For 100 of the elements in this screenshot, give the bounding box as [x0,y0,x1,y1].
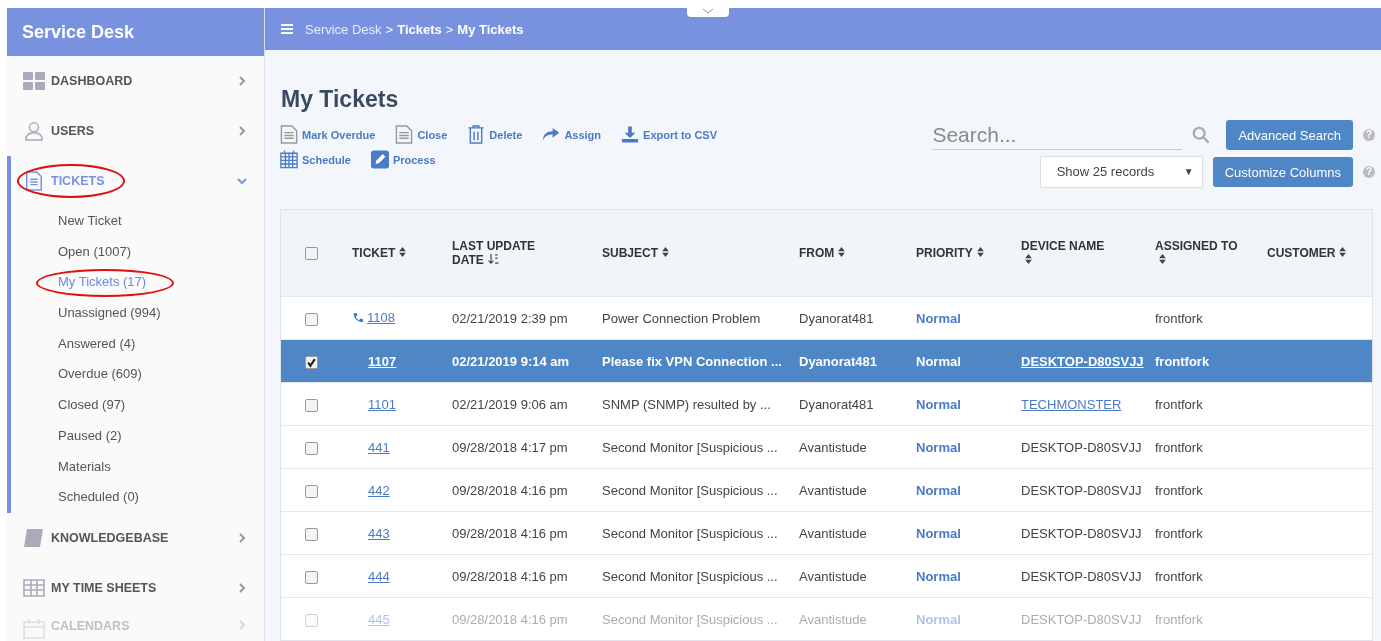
sidebar-item[interactable]: USERS [11,106,264,156]
chevron-right-icon [236,581,248,594]
row-checkbox[interactable] [305,398,318,412]
device-link[interactable]: TECHMONSTER [1021,396,1122,412]
priority-label: Normal [916,439,961,455]
sidebar-subitem[interactable]: My Tickets (17) [11,267,264,299]
customize-columns-button[interactable]: Customize Columns [1212,157,1353,187]
priority-label: Normal [916,525,961,541]
sort-icon [976,247,984,257]
table-cell: Dyanorat481 [799,396,874,412]
ticket-link[interactable]: 443 [368,525,390,541]
table-icon [23,577,45,598]
table-cell: DESKTOP-D80SVJJ [1021,525,1142,541]
sidebar-subitem[interactable]: Unassigned (994) [11,298,264,329]
calendar-icon [23,618,45,639]
book-icon [23,527,45,548]
priority-label: Normal [916,482,961,498]
sidebar-subitem[interactable]: Materials [11,451,264,483]
table-cell: 02/21/2019 9:06 am [452,396,568,412]
column-header[interactable]: FROM [799,246,846,260]
toolbar-button[interactable]: Delete [467,125,523,144]
column-header[interactable]: LAST UPDATE DATE [452,239,544,267]
sidebar-subitem[interactable]: Paused (2) [11,420,264,452]
row-checkbox[interactable] [305,484,318,498]
toolbar-button[interactable]: Schedule [280,150,351,169]
row-checkbox[interactable] [305,570,318,584]
calendar-icon [280,150,298,169]
priority-label: Normal [916,310,961,326]
table-cell: Dyanorat481 [799,310,874,326]
sidebar-subitem[interactable]: Scheduled (0) [11,482,264,513]
table-cell: Second Monitor [Suspicious ... [602,568,778,584]
breadcrumb-link[interactable]: My Tickets [457,21,524,37]
user-icon [23,121,45,141]
row-checkbox[interactable] [305,312,318,326]
breadcrumb-link[interactable]: Service Desk [305,21,382,37]
sidebar-subitem[interactable]: Open (1007) [11,236,264,268]
sidebar-item[interactable]: MY TIME SHEETS [11,562,264,613]
table-cell: DESKTOP-D80SVJJ [1021,439,1142,455]
toolbar-button[interactable]: Close [395,125,448,144]
ticket-link[interactable]: 444 [368,568,390,584]
trash-icon [467,125,486,144]
ticket-link[interactable]: 1101 [368,396,396,412]
table-cell: 09/28/2018 4:16 pm [452,568,568,584]
table-cell: DESKTOP-D80SVJJ [1021,611,1142,627]
chevron-down-icon [702,8,714,14]
table-cell: Second Monitor [Suspicious ... [602,611,778,627]
row-checkbox[interactable] [305,355,318,369]
sidebar-item[interactable]: KNOWLEDGEBASE [11,512,264,563]
table-cell: Second Monitor [Suspicious ... [602,439,778,455]
table-cell: Power Connection Problem [602,310,761,326]
sidebar-subitem[interactable]: Answered (4) [11,328,264,360]
table-cell: Avantistude [799,611,867,627]
sidebar-subitem[interactable]: Closed (97) [11,390,264,421]
sort-icon [662,247,669,257]
table-cell: frontfork [1155,568,1203,584]
chevron-right-icon [236,75,248,87]
toolbar-button[interactable]: Process [370,150,436,169]
sidebar-subitem[interactable]: Overdue (609) [11,359,264,391]
toolbar-button[interactable]: Export to CSV [621,125,717,144]
sidebar-item[interactable]: TICKETS [11,156,264,206]
column-header[interactable]: SUBJECT [602,246,669,260]
menu-icon[interactable] [281,24,293,34]
table-cell: SNMP (SNMP) resulted by ... [602,396,771,412]
table-cell: frontfork [1155,310,1203,326]
chevron-right-icon [236,531,248,544]
select-all-checkbox[interactable] [305,247,318,261]
priority-label: Normal [916,353,961,369]
ticket-link[interactable]: 442 [368,482,390,498]
collapse-tab[interactable] [687,8,729,17]
column-header[interactable]: CUSTOMER [1267,246,1347,260]
toolbar-button[interactable]: Mark Overdue [280,125,376,144]
table-cell: DESKTOP-D80SVJJ [1021,568,1142,584]
ticket-link[interactable]: 1108 [367,310,395,325]
column-header[interactable]: PRIORITY [916,246,984,260]
app-title: Service Desk [7,8,264,56]
row-checkbox[interactable] [305,527,318,541]
table-cell: frontfork [1155,482,1203,498]
sort-icon [1025,254,1032,264]
search-field[interactable]: Search... [932,120,1183,150]
search-icon[interactable] [1192,126,1211,144]
column-header[interactable]: TICKET [352,246,407,260]
table-cell: Avantistude [799,482,867,498]
table-cell: 02/21/2019 2:39 pm [452,310,568,326]
ticket-link[interactable]: 1107 [368,353,397,369]
priority-label: Normal [916,568,961,584]
toolbar-button[interactable]: Assign [542,125,602,144]
sort-icon [1339,247,1347,257]
records-dropdown[interactable]: Show 25 records ▼ [1039,156,1203,188]
priority-label: Normal [916,611,961,627]
row-checkbox[interactable] [305,441,318,455]
sort-icon [1159,254,1166,264]
table-cell: Please fix VPN Connection ... [602,353,782,369]
sidebar-item[interactable]: DASHBOARD [11,56,264,106]
table-cell: Avantistude [799,439,867,455]
sort-icon [838,247,846,257]
sidebar-subitem[interactable]: New Ticket [11,206,264,237]
breadcrumb-link[interactable]: Tickets [397,21,442,37]
table-cell: DESKTOP-D80SVJJ [1021,482,1142,498]
advanced-search-button[interactable]: Advanced Search [1226,120,1353,150]
ticket-link[interactable]: 441 [368,439,390,455]
